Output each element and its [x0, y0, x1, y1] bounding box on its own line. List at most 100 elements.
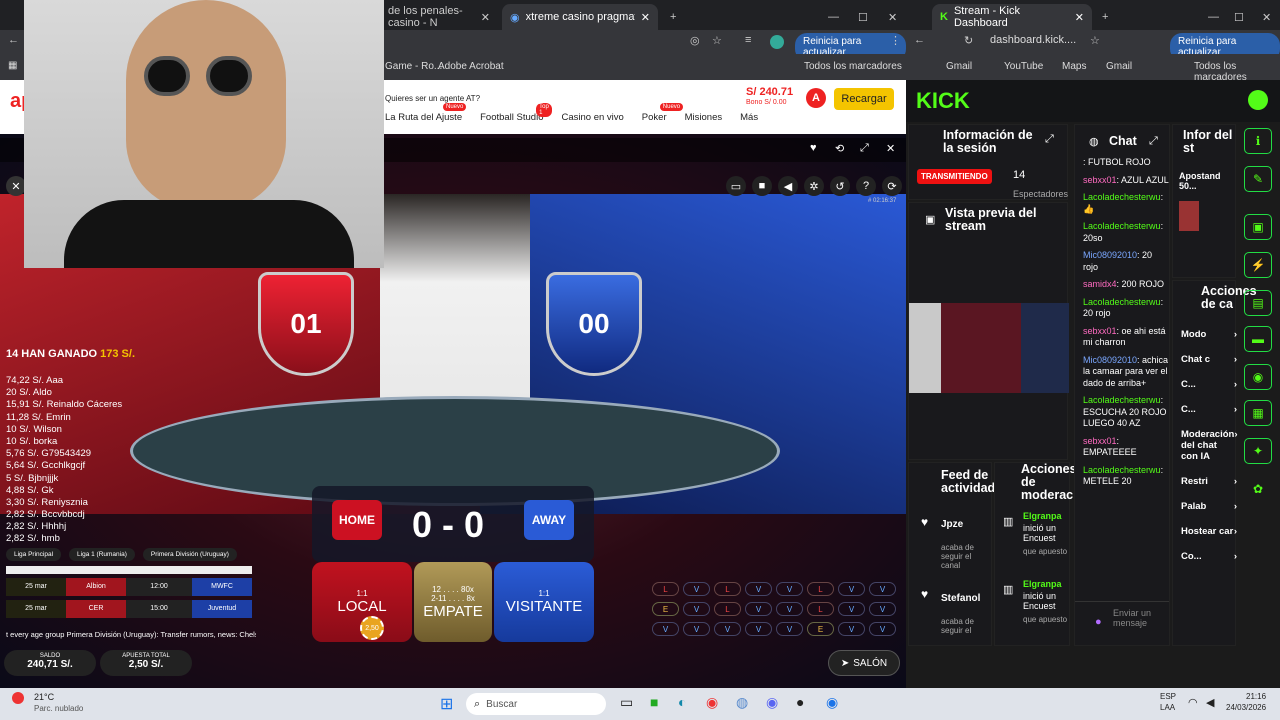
- chat-icon[interactable]: ▭: [726, 176, 746, 196]
- match-row[interactable]: 25 mar Albion 12:00 MWFC: [6, 578, 252, 596]
- task-view-icon[interactable]: ▭: [620, 694, 633, 711]
- reload-icon[interactable]: ↻: [964, 34, 973, 47]
- edge-icon[interactable]: ◐: [678, 694, 686, 710]
- bet-chip[interactable]: 2,50: [360, 616, 384, 640]
- chat-username[interactable]: Mic08092010: [1083, 355, 1137, 365]
- search-box[interactable]: ⌕ Buscar: [466, 693, 606, 715]
- user-avatar[interactable]: [1248, 90, 1268, 110]
- all-bookmarks[interactable]: Todos los marcadores: [804, 61, 902, 72]
- mic-icon[interactable]: ●: [1095, 616, 1102, 628]
- star-icon[interactable]: ☆: [1090, 34, 1100, 47]
- recharge-button[interactable]: Recargar: [834, 88, 894, 110]
- close-game-icon[interactable]: ✕: [886, 142, 895, 155]
- setting-item[interactable]: Palab ›: [1181, 501, 1237, 512]
- weather-icon[interactable]: [12, 692, 24, 704]
- kick-logo[interactable]: KICK: [916, 88, 970, 114]
- chat-username[interactable]: sebxx01: [1083, 436, 1117, 446]
- wrench-icon[interactable]: ✦: [1244, 438, 1272, 464]
- bookmark[interactable]: Game - Ro...: [385, 61, 442, 72]
- cast-icon[interactable]: ≡: [745, 34, 751, 46]
- apps-icon[interactable]: ✿: [1244, 476, 1272, 502]
- browser-tab-active[interactable]: ◉ xtreme casino pragmatic - Mas ✕: [502, 4, 658, 30]
- chat-message[interactable]: sebxx01: EMPATEEEE: [1083, 436, 1169, 459]
- maximize-icon[interactable]: ☐: [1226, 4, 1252, 30]
- close-icon[interactable]: ✕: [1075, 11, 1084, 24]
- chat-username[interactable]: sebxx01: [1083, 175, 1117, 185]
- fullscreen-icon[interactable]: ⤢: [860, 142, 869, 155]
- broadcast-icon[interactable]: ◉: [1244, 364, 1272, 390]
- close-icon[interactable]: ✕: [481, 11, 490, 24]
- back-icon[interactable]: ←: [8, 34, 19, 46]
- url-text[interactable]: dashboard.kick....: [990, 34, 1076, 46]
- chat-message[interactable]: Lacoladechesterwu: METELE 20: [1083, 465, 1169, 488]
- setting-item[interactable]: Chat c ›: [1181, 354, 1237, 365]
- sound-icon[interactable]: ◀: [778, 176, 798, 196]
- app-icon[interactable]: ◍: [736, 694, 748, 711]
- clock-date[interactable]: 24/03/2026: [1226, 703, 1266, 712]
- minimize-icon[interactable]: —: [820, 4, 847, 30]
- chat-message[interactable]: Lacoladechesterwu: ESCUCHA 20 ROJO LUEGO…: [1083, 395, 1169, 430]
- settings-icon[interactable]: ✲: [804, 176, 824, 196]
- bookmark[interactable]: Adobe Acrobat: [438, 61, 504, 72]
- close-icon[interactable]: ✕: [641, 11, 650, 24]
- stream-preview[interactable]: [909, 303, 1069, 393]
- discord-icon[interactable]: ◉: [766, 694, 778, 711]
- video-icon[interactable]: ■: [752, 176, 772, 196]
- expand-icon[interactable]: ⤢: [1045, 133, 1054, 146]
- wifi-icon[interactable]: ◠: [1188, 696, 1198, 709]
- chat-bubble-icon[interactable]: ▬: [1244, 326, 1272, 352]
- history-icon[interactable]: ↺: [830, 176, 850, 196]
- chat-username[interactable]: Lacoladechesterwu: [1083, 192, 1161, 202]
- bookmark[interactable]: Gmail: [946, 61, 972, 72]
- maximize-icon[interactable]: ☐: [850, 4, 876, 30]
- back-icon[interactable]: ←: [914, 34, 925, 46]
- volume-icon[interactable]: ◀: [1206, 696, 1214, 709]
- setting-item[interactable]: C... ›: [1181, 379, 1237, 390]
- chat-username[interactable]: Lacoladechesterwu: [1083, 395, 1161, 405]
- layers-icon[interactable]: ▦: [1244, 400, 1272, 426]
- windows-start-icon[interactable]: ⊞: [440, 694, 453, 714]
- league-tab[interactable]: Primera División (Uruguay): [142, 548, 237, 561]
- new-tab-icon[interactable]: +: [1094, 4, 1116, 30]
- clip-icon[interactable]: ▣: [1244, 214, 1272, 240]
- nav-item[interactable]: Misiones: [685, 112, 723, 123]
- nav-item[interactable]: Más: [740, 112, 758, 123]
- menu-icon[interactable]: ⋮: [890, 34, 901, 47]
- doc-icon[interactable]: ▤: [1244, 290, 1272, 316]
- league-tab[interactable]: Liga 1 (Rumania): [69, 548, 135, 561]
- chat-message[interactable]: Mic08092010: 20 rojo: [1083, 250, 1169, 273]
- chat-username[interactable]: Mic08092010: [1083, 250, 1137, 260]
- setting-item[interactable]: C... ›: [1181, 404, 1237, 415]
- help-icon[interactable]: ?: [856, 176, 876, 196]
- setting-item[interactable]: Moderación del chat con IA ›: [1181, 429, 1237, 462]
- minimize-icon[interactable]: —: [1200, 4, 1227, 30]
- chat-message[interactable]: Mic08092010: achica la camaar para ver e…: [1083, 355, 1169, 390]
- pencil-icon[interactable]: ✎: [1244, 166, 1272, 192]
- chat-message[interactable]: samidx4: 200 ROJO: [1083, 279, 1169, 291]
- chat-username[interactable]: sebxx01: [1083, 326, 1117, 336]
- avatar[interactable]: A: [806, 88, 826, 108]
- star-icon[interactable]: ☆: [712, 34, 722, 47]
- browser-tab-active[interactable]: K Stream - Kick Dashboard ✕: [932, 4, 1092, 30]
- chat-message[interactable]: : FUTBOL ROJO: [1083, 157, 1169, 169]
- heart-icon[interactable]: ♥: [810, 142, 817, 154]
- chrome-icon[interactable]: ◉: [706, 694, 718, 711]
- league-tab[interactable]: Liga Principal: [6, 548, 62, 561]
- nav-item[interactable]: Poker Nuevo: [642, 103, 684, 123]
- nav-item[interactable]: Casino en vivo: [561, 112, 623, 123]
- chat-message[interactable]: sebxx01: AZUL AZUL: [1083, 175, 1169, 187]
- chat-username[interactable]: Lacoladechesterwu: [1083, 465, 1161, 475]
- close-window-icon[interactable]: ✕: [1254, 4, 1279, 30]
- nav-item[interactable]: Football Studio Top 1: [480, 103, 552, 123]
- lobby-icon[interactable]: ⟳: [882, 176, 902, 196]
- clock-time[interactable]: 21:16: [1246, 692, 1266, 701]
- eye-off-icon[interactable]: ◎: [690, 34, 700, 47]
- setting-item[interactable]: Co... ›: [1181, 551, 1237, 562]
- bet-empate[interactable]: 12 . . . . 80x 2-11 . . . . 8x EMPATE: [414, 562, 492, 642]
- chat-message[interactable]: Lacoladechesterwu: 20so: [1083, 221, 1169, 244]
- profile-avatar[interactable]: [770, 35, 784, 49]
- chrome-icon[interactable]: ◉: [826, 694, 838, 711]
- match-row[interactable]: 25 mar CER 15:00 Juventud: [6, 600, 252, 618]
- new-tab-icon[interactable]: +: [662, 4, 684, 30]
- agent-link[interactable]: Quieres ser un agente AT?: [385, 94, 480, 103]
